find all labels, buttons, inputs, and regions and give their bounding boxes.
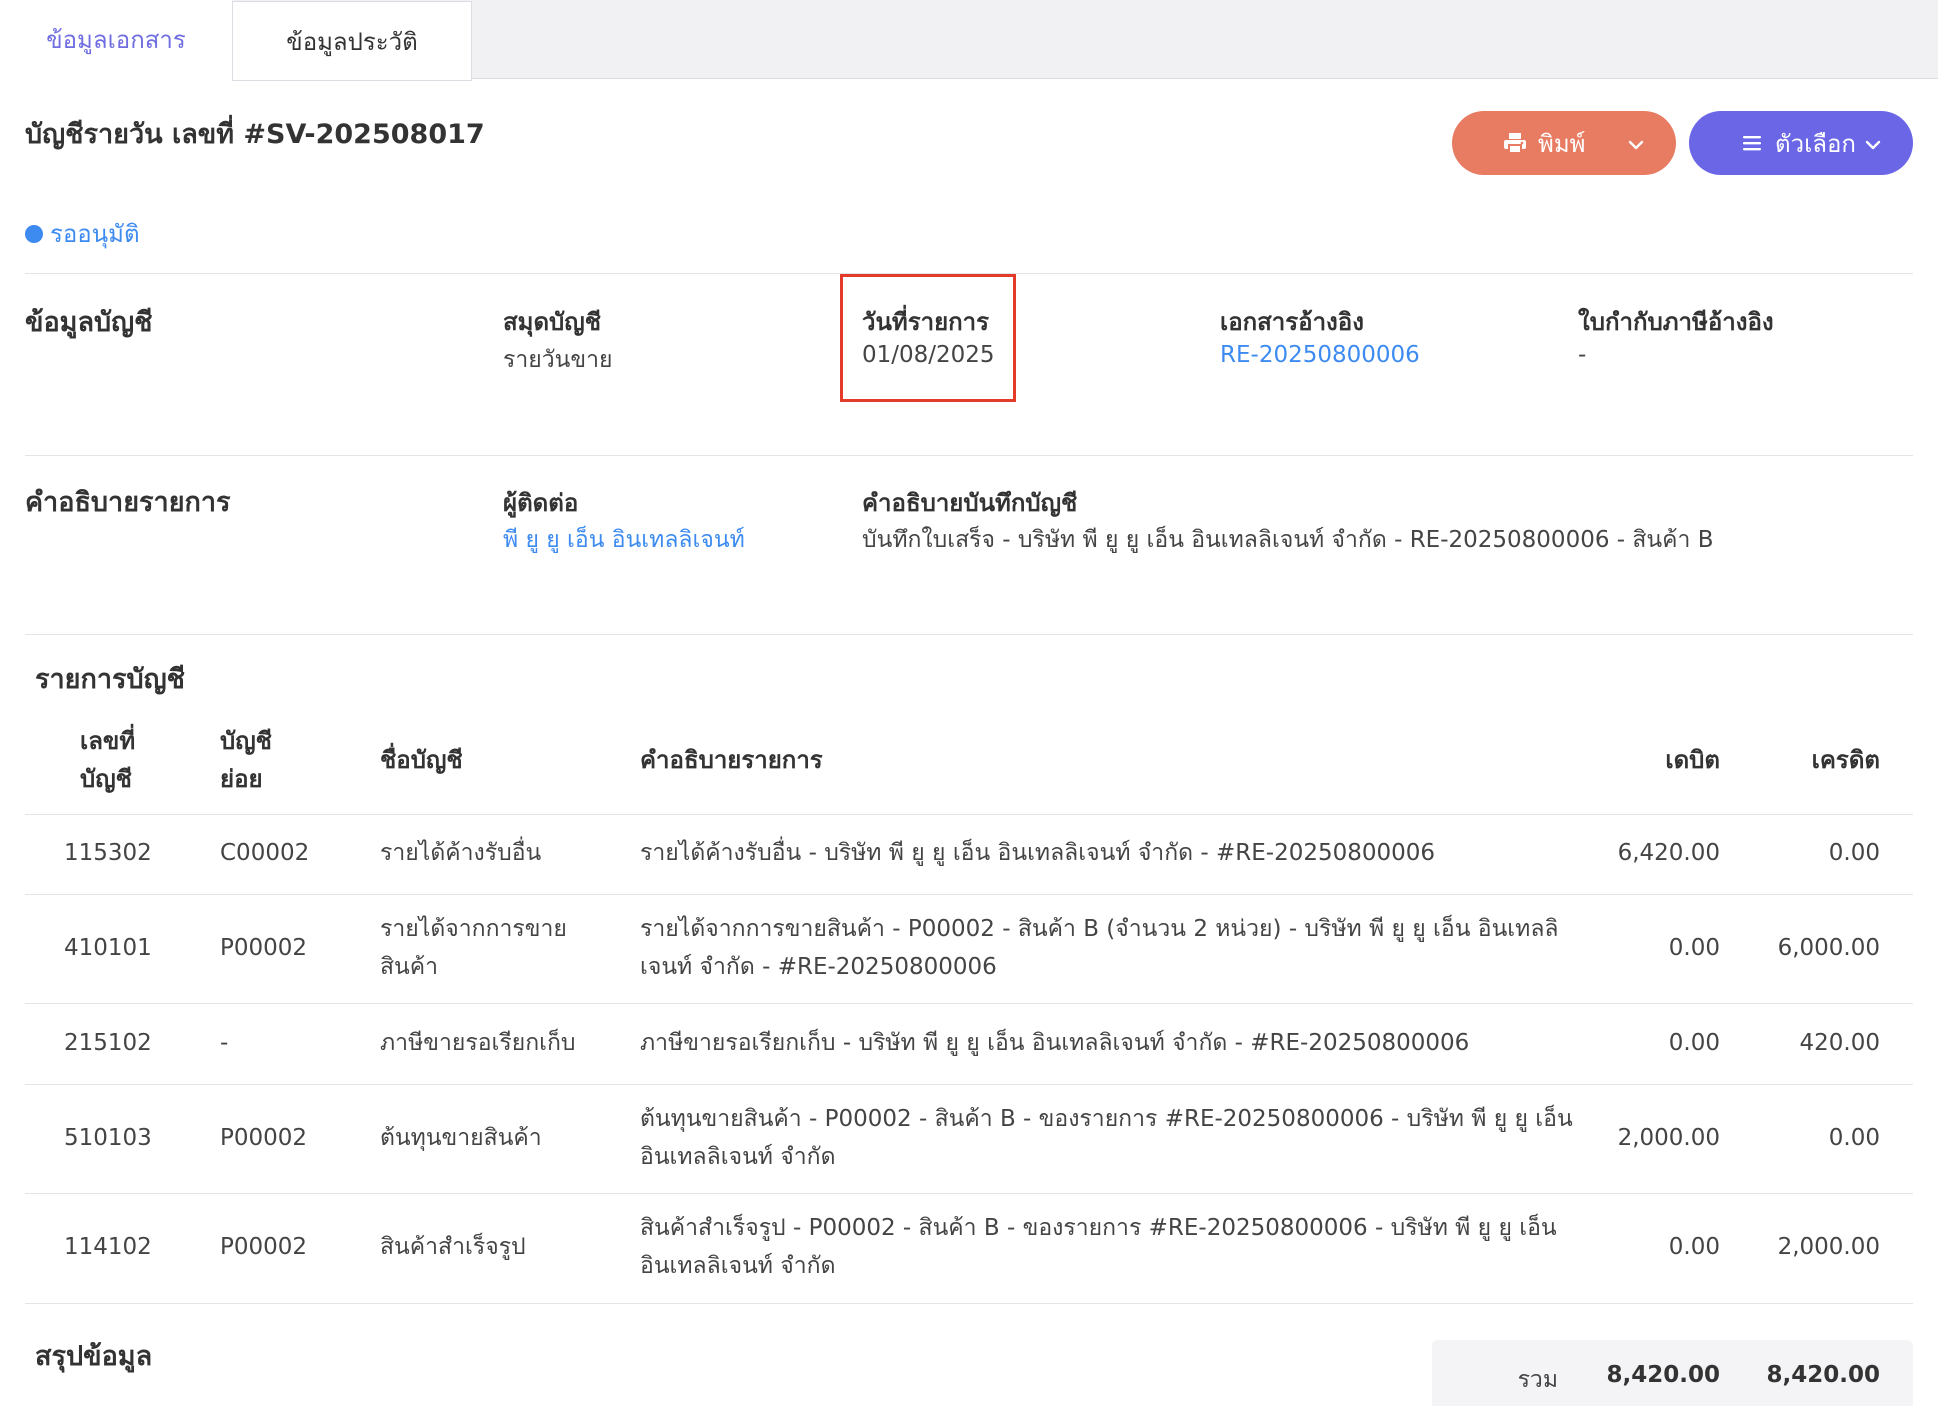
row-2-account-name-line2: สินค้า xyxy=(380,954,439,980)
row-5-credit: 2,000.00 xyxy=(1777,1234,1880,1260)
row-5-description: สินค้าสำเร็จรูป - P00002 - สินค้า B - ขอ… xyxy=(640,1209,1557,1285)
row-3-debit: 0.00 xyxy=(1668,1030,1720,1056)
total-debit: 8,420.00 xyxy=(1606,1362,1721,1388)
row-5-sub-account: P00002 xyxy=(220,1234,308,1260)
row-4-description: ต้นทุนขายสินค้า - P00002 - สินค้า B - ขอ… xyxy=(640,1100,1573,1176)
col-account-no-line1: เลขที่ xyxy=(80,727,136,755)
col-account-no-line2: บัญชี xyxy=(80,765,132,793)
col-sub-account-line1: บัญชี xyxy=(220,727,272,755)
divider xyxy=(25,1193,1913,1194)
divider xyxy=(25,1084,1913,1085)
status-dot-icon xyxy=(25,224,43,243)
summary-title: สรุปข้อมูล xyxy=(35,1341,153,1372)
row-2-description-line1: รายได้จากการขายสินค้า - P00002 - สินค้า … xyxy=(640,916,1559,942)
journal-book-label: สมุดบัญชี xyxy=(503,308,602,336)
printer-icon xyxy=(1502,130,1528,156)
tab-document-info[interactable]: ข้อมูลเอกสาร xyxy=(0,0,232,80)
row-1-account-name: รายได้ค้างรับอื่น xyxy=(380,840,542,866)
total-credit: 8,420.00 xyxy=(1766,1362,1881,1388)
row-2-sub-account: P00002 xyxy=(220,935,308,961)
contact-link[interactable]: พี ยู ยู เอ็น อินเทลลิเจนท์ xyxy=(503,522,745,558)
col-account-name: ชื่อบัญชี xyxy=(380,746,463,774)
reference-doc-link[interactable]: RE-20250800006 xyxy=(1220,342,1420,368)
contact-label: ผู้ติดต่อ xyxy=(503,489,579,517)
col-sub-account-line2: ย่อย xyxy=(220,765,263,793)
status-badge: รออนุมัติ xyxy=(25,214,140,253)
col-account-no: เลขที่ บัญชี xyxy=(80,722,135,798)
reference-doc-label: เอกสารอ้างอิง xyxy=(1220,308,1364,336)
row-2-credit: 6,000.00 xyxy=(1777,935,1880,961)
print-button[interactable]: พิมพ์ xyxy=(1452,111,1676,175)
page-title: บัญชีรายวัน เลขที่ #SV-202508017 xyxy=(25,119,485,150)
divider xyxy=(25,894,1913,895)
row-4-debit: 2,000.00 xyxy=(1617,1125,1720,1151)
col-credit: เครดิต xyxy=(1811,746,1880,774)
row-1-debit: 6,420.00 xyxy=(1617,840,1720,866)
divider xyxy=(25,455,1913,456)
chevron-down-icon xyxy=(1863,133,1883,153)
row-3-account-name: ภาษีขายรอเรียกเก็บ xyxy=(380,1030,576,1056)
menu-icon xyxy=(1739,130,1765,156)
row-2-account-name: รายได้จากการขาย สินค้า xyxy=(380,910,567,986)
options-button-label: ตัวเลือก xyxy=(1775,129,1856,158)
divider xyxy=(25,1303,1913,1304)
divider xyxy=(25,1003,1913,1004)
row-4-description-line2: อินเทลลิเจนท์ จำกัด xyxy=(640,1144,836,1170)
row-3-sub-account: - xyxy=(220,1030,229,1056)
col-debit: เดบิต xyxy=(1665,746,1720,774)
row-2-description-line2: เจนท์ จำกัด - #RE-20250800006 xyxy=(640,954,997,980)
print-button-label: พิมพ์ xyxy=(1538,129,1586,158)
row-3-credit: 420.00 xyxy=(1799,1030,1880,1056)
highlight-box xyxy=(840,274,1016,402)
row-5-account-name: สินค้าสำเร็จรูป xyxy=(380,1234,526,1260)
row-5-debit: 0.00 xyxy=(1668,1234,1720,1260)
chevron-down-icon xyxy=(1626,133,1646,153)
description-info-title: คำอธิบายรายการ xyxy=(25,487,231,518)
row-2-debit: 0.00 xyxy=(1668,935,1720,961)
row-4-credit: 0.00 xyxy=(1828,1125,1880,1151)
row-3-account-no: 215102 xyxy=(64,1030,152,1056)
row-3-description: ภาษีขายรอเรียกเก็บ - บริษัท พี ยู ยู เอ็… xyxy=(640,1030,1470,1056)
row-4-account-name: ต้นทุนขายสินค้า xyxy=(380,1125,542,1151)
row-5-account-no: 114102 xyxy=(64,1234,152,1260)
row-1-description: รายได้ค้างรับอื่น - บริษัท พี ยู ยู เอ็น… xyxy=(640,840,1436,866)
tab-history[interactable]: ข้อมูลประวัติ xyxy=(232,1,472,81)
account-info-title: ข้อมูลบัญชี xyxy=(25,307,153,338)
row-5-description-line2: อินเทลลิเจนท์ จำกัด xyxy=(640,1253,836,1279)
row-1-credit: 0.00 xyxy=(1828,840,1880,866)
col-description: คำอธิบายรายการ xyxy=(640,746,823,774)
row-4-description-line1: ต้นทุนขายสินค้า - P00002 - สินค้า B - ขอ… xyxy=(640,1106,1573,1132)
col-sub-account: บัญชี ย่อย xyxy=(220,722,272,798)
divider xyxy=(25,634,1913,635)
row-5-description-line1: สินค้าสำเร็จรูป - P00002 - สินค้า B - ขอ… xyxy=(640,1215,1557,1241)
total-label: รวม xyxy=(1517,1367,1558,1393)
entries-title: รายการบัญชี xyxy=(35,664,185,695)
tax-invoice-ref-value: - xyxy=(1578,342,1587,368)
options-button[interactable]: ตัวเลือก xyxy=(1689,111,1913,175)
row-2-account-no: 410101 xyxy=(64,935,152,961)
row-2-account-name-line1: รายได้จากการขาย xyxy=(380,916,567,942)
status-label: รออนุมัติ xyxy=(50,220,140,248)
journal-description-value: บันทึกใบเสร็จ - บริษัท พี ยู ยู เอ็น อิน… xyxy=(862,527,1714,553)
row-1-account-no: 115302 xyxy=(64,840,152,866)
tax-invoice-ref-label: ใบกำกับภาษีอ้างอิง xyxy=(1578,308,1774,336)
journal-book-value: รายวันขาย xyxy=(503,347,613,373)
row-4-account-no: 510103 xyxy=(64,1125,152,1151)
row-2-description: รายได้จากการขายสินค้า - P00002 - สินค้า … xyxy=(640,910,1559,986)
row-4-sub-account: P00002 xyxy=(220,1125,308,1151)
row-1-sub-account: C00002 xyxy=(220,840,310,866)
journal-description-label: คำอธิบายบันทึกบัญชี xyxy=(862,489,1078,517)
divider xyxy=(25,814,1913,815)
